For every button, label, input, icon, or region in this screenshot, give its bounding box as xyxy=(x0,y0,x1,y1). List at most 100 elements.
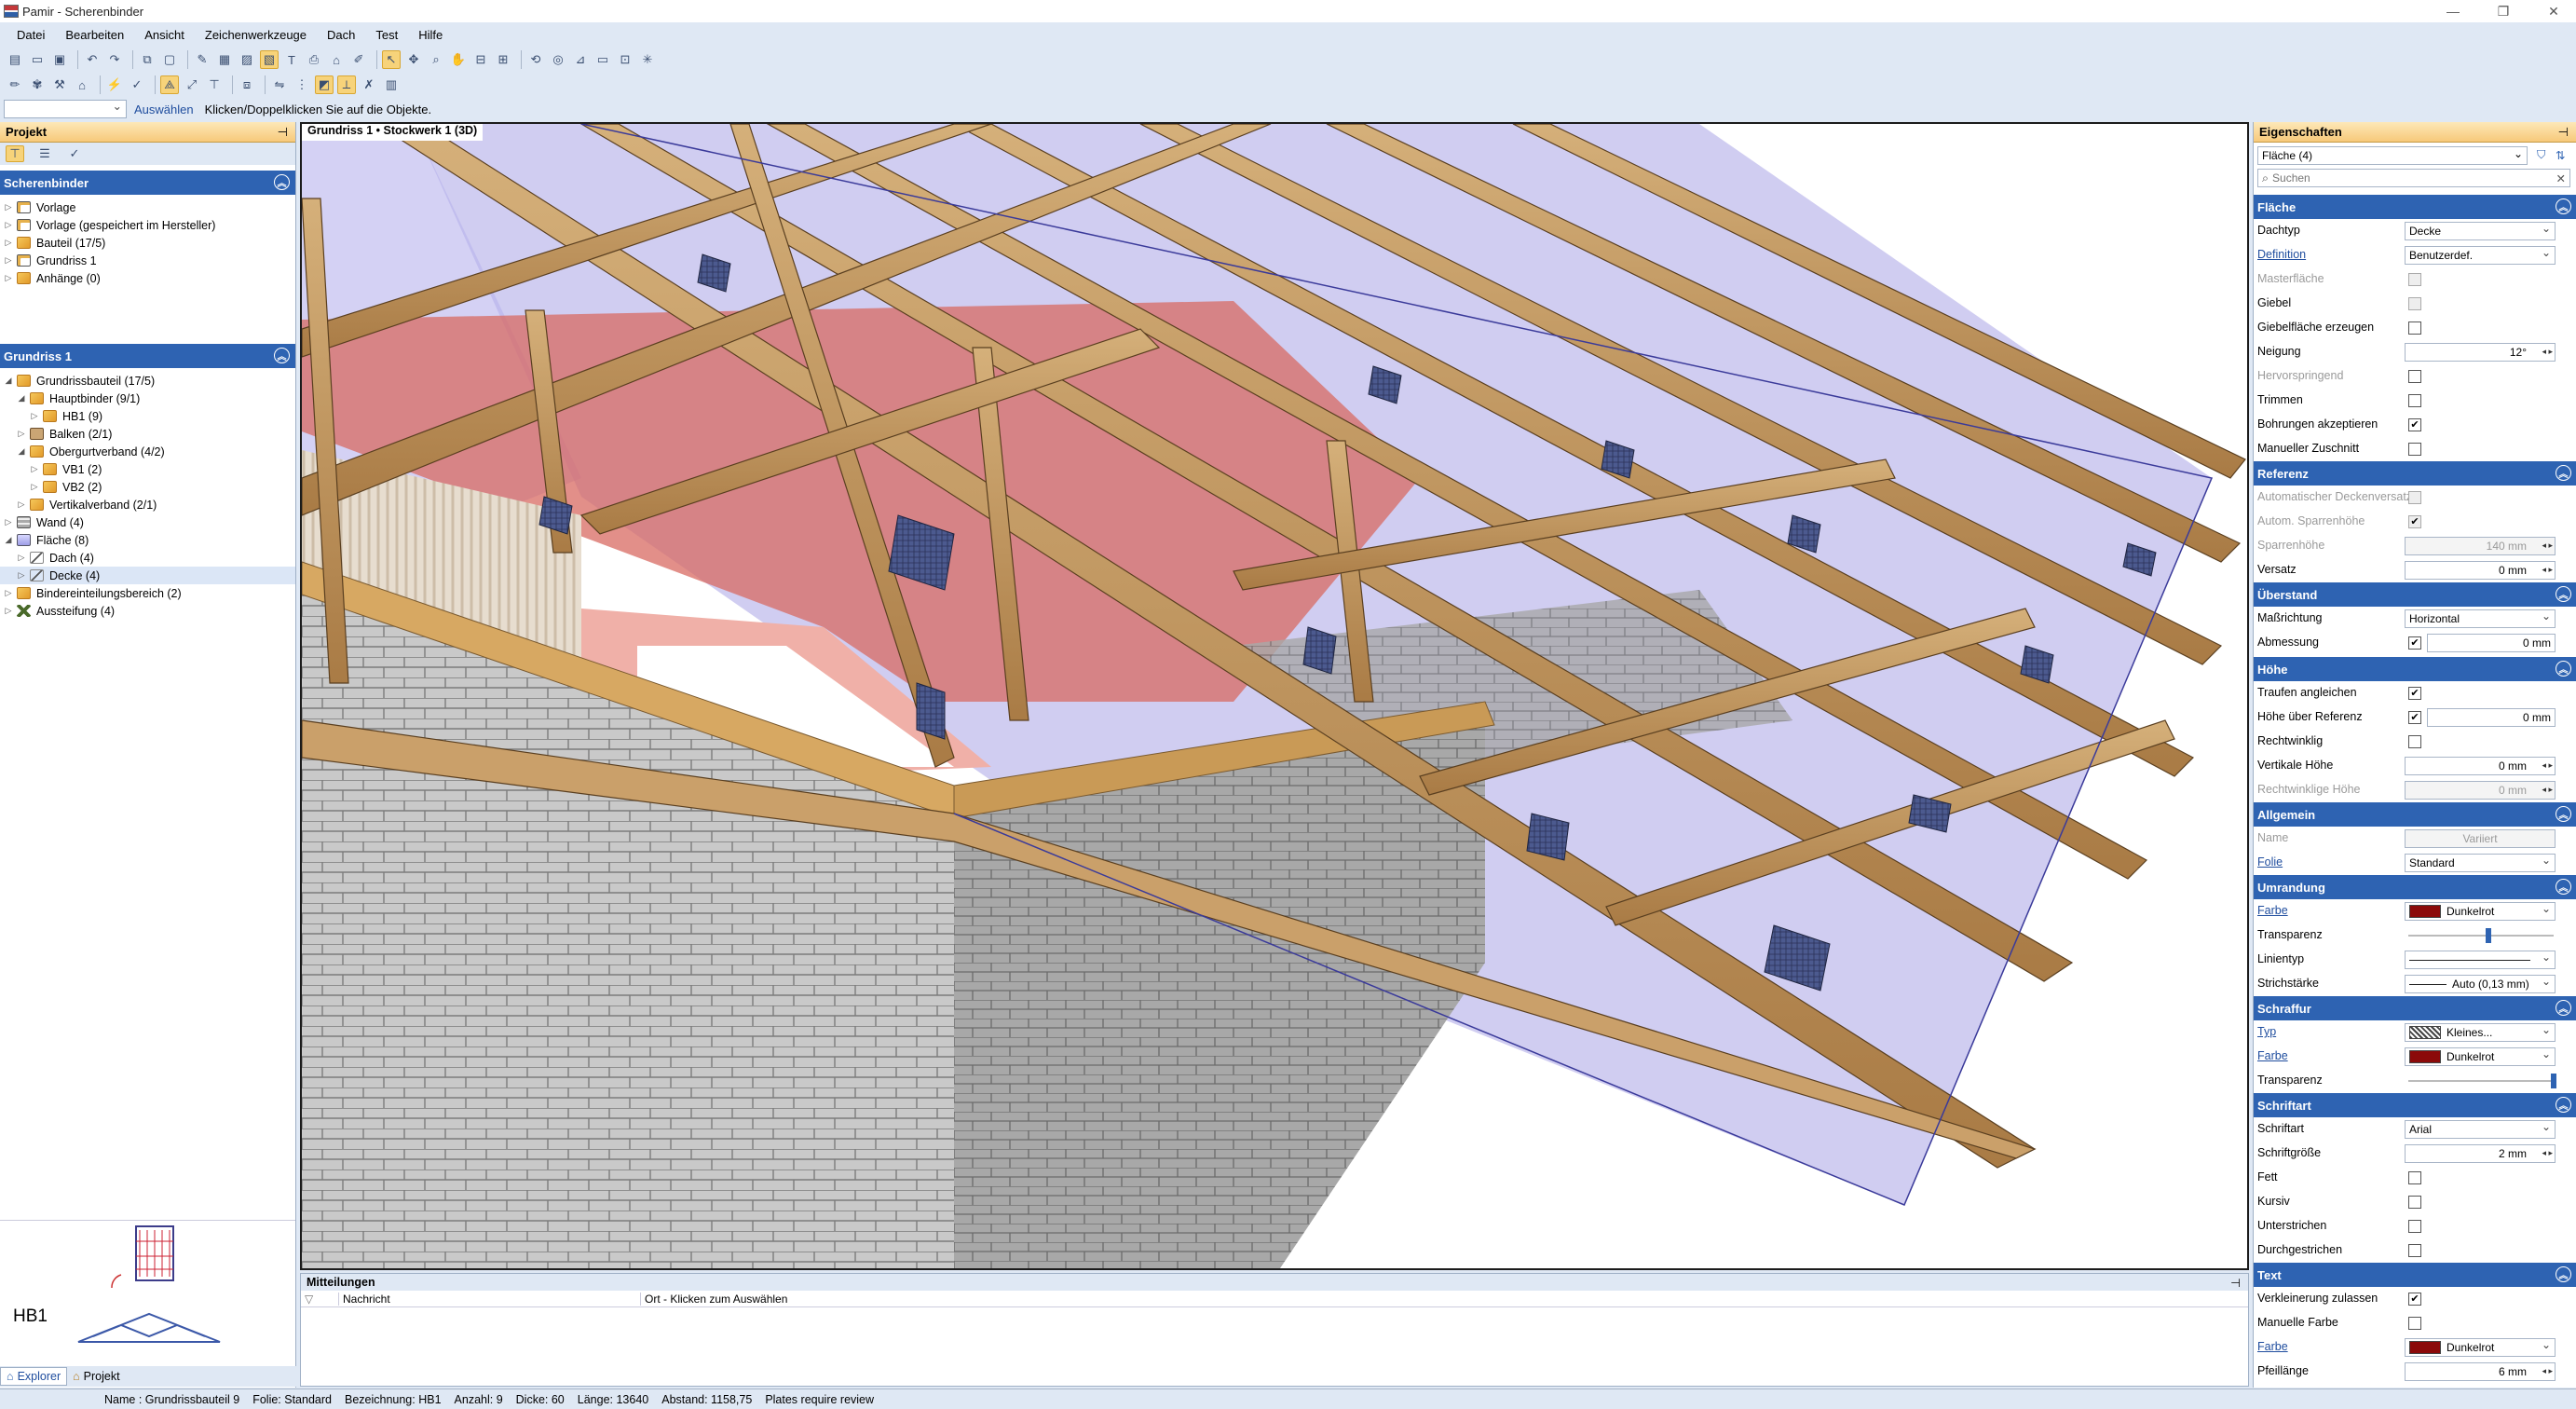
snap-icon[interactable]: ✳ xyxy=(638,50,657,69)
schriftart-select[interactable]: Arial xyxy=(2405,1120,2556,1139)
masterflaeche-checkbox[interactable] xyxy=(2408,273,2421,286)
farbe-select[interactable]: Dunkelrot xyxy=(2405,902,2556,921)
definition-select[interactable]: Benutzerdef. xyxy=(2405,246,2556,265)
tree-item-bindereinteilungsbereich[interactable]: ▷ Bindereinteilungsbereich (2) xyxy=(4,584,182,602)
paint-tool-icon[interactable]: ✾ xyxy=(28,75,47,94)
schraffur-farbe-select[interactable]: Dunkelrot xyxy=(2405,1047,2556,1066)
menu-datei[interactable]: Datei xyxy=(17,28,45,42)
maximize-icon[interactable]: ❐ xyxy=(2482,0,2525,22)
collapse-icon[interactable]: ︽ xyxy=(2556,1266,2571,1282)
list-view-icon[interactable]: ☰ xyxy=(35,145,54,162)
command-keyword[interactable]: Auswählen xyxy=(134,103,194,116)
orbit-icon[interactable]: ◎ xyxy=(549,50,567,69)
tree-item-bauteil[interactable]: ▷ Bauteil (17/5) xyxy=(4,234,106,252)
undo-icon[interactable]: ↶ xyxy=(83,50,102,69)
tree-item-dach[interactable]: ▷ Dach (4) xyxy=(17,549,94,567)
cross-tool-icon[interactable]: ✗ xyxy=(360,75,378,94)
verkleinerung-checkbox[interactable]: ✔ xyxy=(2408,1293,2421,1306)
pin-icon[interactable]: ⊣ xyxy=(2230,1276,2241,1290)
collapse-icon[interactable]: ︽ xyxy=(2556,1097,2571,1113)
prop-label-link[interactable]: Folie xyxy=(2257,855,2283,869)
sparrenhoehe-input[interactable]: 140 mm xyxy=(2405,537,2556,555)
mirror-tool-icon[interactable]: ⇋ xyxy=(270,75,289,94)
frame-icon[interactable]: ▭ xyxy=(593,50,612,69)
collapse-icon[interactable]: ︽ xyxy=(2556,806,2571,822)
col-message[interactable]: Nachricht xyxy=(338,1292,640,1306)
roof-tool-icon[interactable]: ⌂ xyxy=(73,75,91,94)
zoom-window-icon[interactable]: ⊞ xyxy=(494,50,512,69)
array-tool-icon[interactable]: ⋮ xyxy=(293,75,311,94)
col-location[interactable]: Ort - Klicken zum Auswählen xyxy=(640,1292,787,1306)
measure-tool-icon[interactable]: ⟂ xyxy=(337,75,356,94)
collapse-icon[interactable]: ︽ xyxy=(2556,465,2571,481)
giebelflaeche-checkbox[interactable] xyxy=(2408,321,2421,335)
command-combo[interactable] xyxy=(4,99,127,118)
collapse-icon[interactable]: ︽ xyxy=(2556,198,2571,214)
auto-deckenversatz-checkbox[interactable] xyxy=(2408,491,2421,504)
pan-icon[interactable]: ✋ xyxy=(449,50,468,69)
tree-item-decke[interactable]: ▷ Decke (4) xyxy=(0,567,295,584)
hervorspringend-checkbox[interactable] xyxy=(2408,370,2421,383)
vertikale-hoehe-input[interactable]: 0 mm xyxy=(2405,757,2556,775)
pin-icon[interactable]: ⊣ xyxy=(278,125,288,140)
filter-icon[interactable]: ⛉ xyxy=(2537,148,2545,162)
linientyp-select[interactable] xyxy=(2405,951,2556,969)
dachtyp-select[interactable]: Decke xyxy=(2405,222,2556,240)
measure-icon[interactable]: ⊿ xyxy=(571,50,590,69)
section-referenz[interactable]: Referenz ︽ xyxy=(2254,461,2576,486)
menu-test[interactable]: Test xyxy=(375,28,398,42)
layers-tool-icon[interactable]: ▥ xyxy=(382,75,401,94)
tree-item-anhaenge[interactable]: ▷ Anhänge (0) xyxy=(4,269,101,287)
move-icon[interactable]: ✥ xyxy=(404,50,423,69)
scherenbinder-section[interactable]: Scherenbinder ︽ xyxy=(0,171,295,195)
schriftgroesse-input[interactable]: 2 mm xyxy=(2405,1144,2556,1163)
draw-tool-icon[interactable]: ✏ xyxy=(6,75,24,94)
manueller-zuschnitt-checkbox[interactable] xyxy=(2408,443,2421,456)
collapse-icon[interactable]: ︽ xyxy=(274,174,290,190)
traufen-checkbox[interactable]: ✔ xyxy=(2408,687,2421,700)
menu-hilfe[interactable]: Hilfe xyxy=(418,28,443,42)
tree-item-vertikalverband[interactable]: ▷ Vertikalverband (2/1) xyxy=(17,496,157,513)
fett-checkbox[interactable] xyxy=(2408,1171,2421,1184)
prop-label-link[interactable]: Farbe xyxy=(2257,1049,2288,1062)
section-allgemein[interactable]: Allgemein ︽ xyxy=(2254,802,2576,827)
tree-item-balken[interactable]: ▷ Balken (2/1) xyxy=(17,425,113,443)
truss-tool-icon[interactable]: ⟁ xyxy=(160,75,179,94)
filter-check-icon[interactable]: ✓ xyxy=(65,145,84,162)
giebel-checkbox[interactable] xyxy=(2408,297,2421,310)
search-field[interactable]: ⌕ ✕ xyxy=(2257,169,2570,187)
edit-icon[interactable]: ✎ xyxy=(193,50,211,69)
zoom-icon[interactable]: ⌕ xyxy=(427,50,445,69)
search-input[interactable] xyxy=(2272,171,2534,185)
abmessung-input[interactable]: 0 mm xyxy=(2427,634,2556,652)
ruler-icon[interactable]: ⊟ xyxy=(471,50,490,69)
name-input[interactable]: Variiert xyxy=(2405,829,2556,848)
bohrungen-checkbox[interactable]: ✔ xyxy=(2408,418,2421,431)
abmessung-checkbox[interactable]: ✔ xyxy=(2408,636,2421,650)
tree-item-obergurtverband[interactable]: ◢ Obergurtverband (4/2) xyxy=(17,443,165,460)
plan-view-icon[interactable]: ▧ xyxy=(260,50,279,69)
prop-label-link[interactable]: Typ xyxy=(2257,1025,2276,1038)
hoehe-referenz-input[interactable]: 0 mm xyxy=(2427,708,2556,727)
tag-icon[interactable]: ⌂ xyxy=(327,50,346,69)
section-schriftart[interactable]: Schriftart ︽ xyxy=(2254,1093,2576,1117)
gusset-plate[interactable] xyxy=(916,682,946,740)
manuelle-farbe-checkbox[interactable] xyxy=(2408,1317,2421,1330)
typ-select[interactable]: Kleines... xyxy=(2405,1023,2556,1042)
durchgestrichen-checkbox[interactable] xyxy=(2408,1244,2421,1257)
open-file-icon[interactable]: ▭ xyxy=(28,50,47,69)
text-farbe-select[interactable]: Dunkelrot xyxy=(2405,1338,2556,1357)
schraffur-transparenz-slider[interactable] xyxy=(2408,1074,2556,1088)
tree-item-vb2[interactable]: ▷ VB2 (2) xyxy=(30,478,102,496)
section-schraffur[interactable]: Schraffur ︽ xyxy=(2254,996,2576,1020)
collapse-icon[interactable]: ︽ xyxy=(2556,879,2571,895)
object-selector[interactable]: Fläche (4) ⌄ xyxy=(2257,146,2528,165)
image-icon[interactable]: ▨ xyxy=(238,50,256,69)
tree-view-icon[interactable]: ⊤ xyxy=(6,145,24,162)
tree-item-hauptbinder[interactable]: ◢ Hauptbinder (9/1) xyxy=(17,390,141,407)
save-icon[interactable]: ▣ xyxy=(50,50,69,69)
select-pointer-icon[interactable]: ↖ xyxy=(382,50,401,69)
collapse-icon[interactable]: ︽ xyxy=(2556,1000,2571,1016)
menu-dach[interactable]: Dach xyxy=(327,28,355,42)
tree-item-grundrissbauteil[interactable]: ◢ Grundrissbauteil (17/5) xyxy=(4,372,156,390)
